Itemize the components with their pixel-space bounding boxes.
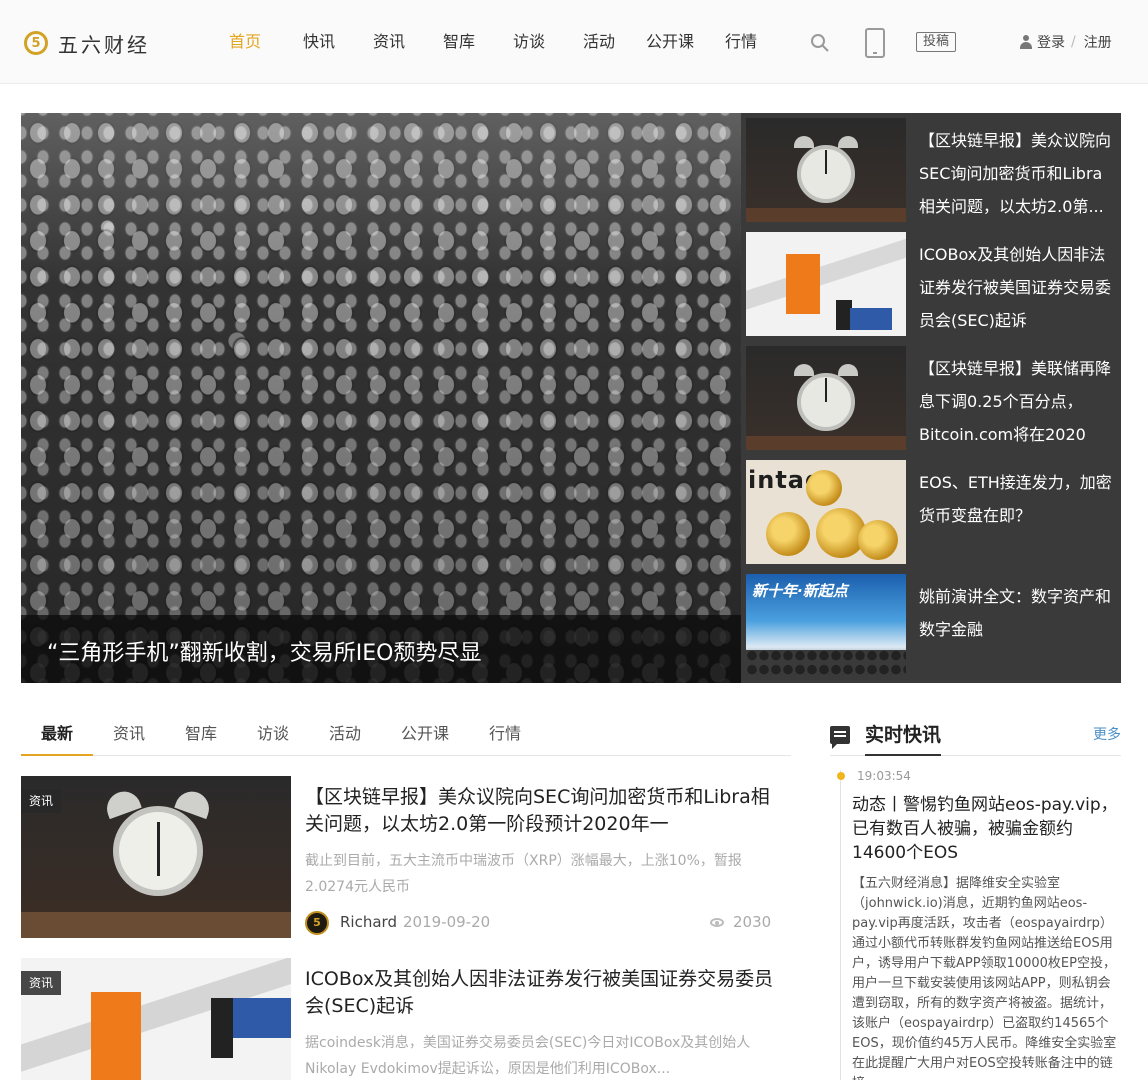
article-meta: 5 Richard 2019-09-20 2030 <box>305 910 771 936</box>
flash-body: 【五六财经消息】据降维安全实验室（johnwick.io)消息，近期钓鱼网站eo… <box>852 876 1117 1080</box>
timeline-line <box>840 770 841 1080</box>
category-badge: 资讯 <box>21 789 62 813</box>
nav-think-tank[interactable]: 智库 <box>424 28 494 56</box>
hero-side-list: 【区块链早报】美众议院向SEC询问加密货币和Libra相关问题，以太坊2.0第.… <box>741 113 1121 683</box>
contribute-button[interactable]: 投稿 <box>916 32 957 52</box>
article-title[interactable]: 【区块链早报】美众议院向SEC询问加密货币和Libra相关问题，以太坊2.0第一… <box>305 784 775 838</box>
site-header: 5 五六财经 首页 快讯 资讯 智库 访谈 活动 公开课 行情 投稿 登录 / … <box>0 0 1148 84</box>
main-nav: 首页 快讯 资讯 智库 访谈 活动 公开课 行情 <box>214 28 776 56</box>
user-auth-area: 登录 / 注册 <box>1020 32 1112 52</box>
message-icon <box>830 726 850 749</box>
building-thumbnail <box>746 232 906 336</box>
side-item-title[interactable]: 【区块链早报】美联储再降息下调0.25个百分点，Bitcoin.com将在202… <box>919 352 1115 451</box>
side-item-title[interactable]: ICOBox及其创始人因非法证券发行被美国证券交易委员会(SEC)起诉 <box>919 238 1115 337</box>
logo-mark-icon: 5 <box>24 31 48 55</box>
hero-image-shade <box>21 113 741 683</box>
article-date: 2019-09-20 <box>403 913 491 931</box>
conference-stage-thumbnail: 新十年·新起点 <box>746 574 906 678</box>
alarm-clock-thumbnail <box>746 346 906 450</box>
article-item[interactable]: 资讯 【区块链早报】美众议院向SEC询问加密货币和Libra相关问题，以太坊2.… <box>21 776 771 938</box>
tab-interview[interactable]: 访谈 <box>237 720 309 756</box>
side-item-title[interactable]: 姚前演讲全文：数字资产和数字金融 <box>919 580 1115 646</box>
building-thumbnail[interactable]: 资讯 <box>21 958 291 1080</box>
article-summary: 据coindesk消息，美国证券交易委员会(SEC)今日对ICOBox及其创始人… <box>305 1035 751 1077</box>
category-badge: 资讯 <box>21 971 62 995</box>
more-link[interactable]: 更多 <box>1093 724 1121 744</box>
hero-caption: “三角形手机”翻新收割，交易所IEO颓势尽显 <box>21 615 741 683</box>
flash-headline[interactable]: 动态丨警惕钓鱼网站eos-pay.vip，已有数百人被骗，被骗金额约14600个… <box>852 793 1120 865</box>
tab-latest[interactable]: 最新 <box>21 720 93 756</box>
timeline-dot-icon <box>837 772 845 780</box>
side-list-item[interactable]: ICOBox及其创始人因非法证券发行被美国证券交易委员会(SEC)起诉 <box>746 232 1116 336</box>
search-icon[interactable] <box>810 33 830 53</box>
auth-separator: / <box>1071 34 1076 50</box>
author-name[interactable]: Richard <box>340 913 397 931</box>
side-list-item[interactable]: 【区块链早报】美联储再降息下调0.25个百分点，Bitcoin.com将在202… <box>746 346 1116 450</box>
hero-title[interactable]: “三角形手机”翻新收割，交易所IEO颓势尽显 <box>47 635 482 667</box>
article-item[interactable]: 资讯 ICOBox及其创始人因非法证券发行被美国证券交易委员会(SEC)起诉 据… <box>21 958 773 1080</box>
eye-icon <box>710 918 724 927</box>
side-item-title[interactable]: EOS、ETH接连发力，加密货币变盘在即？ <box>919 466 1115 532</box>
side-list-item[interactable]: 新十年·新起点 姚前演讲全文：数字资产和数字金融 <box>746 574 1116 678</box>
flash-news-title: 实时快讯 <box>865 720 942 756</box>
nav-market[interactable]: 行情 <box>706 28 776 56</box>
side-item-title[interactable]: 【区块链早报】美众议院向SEC询问加密货币和Libra相关问题，以太坊2.0第.… <box>919 124 1115 223</box>
side-list-item[interactable]: intag EOS、ETH接连发力，加密货币变盘在即？ <box>746 460 1116 564</box>
thumbnail-text: 新十年·新起点 <box>752 582 848 600</box>
login-link[interactable]: 登录 <box>1037 32 1065 52</box>
tab-news[interactable]: 资讯 <box>93 720 165 756</box>
nav-home[interactable]: 首页 <box>214 28 276 56</box>
nav-open-course[interactable]: 公开课 <box>634 28 706 56</box>
view-count: 2030 <box>733 913 772 931</box>
nav-events[interactable]: 活动 <box>564 28 634 56</box>
author-avatar[interactable]: 5 <box>305 911 329 935</box>
tab-market[interactable]: 行情 <box>469 720 541 756</box>
nav-news[interactable]: 资讯 <box>354 28 424 56</box>
nav-flash[interactable]: 快讯 <box>284 28 354 56</box>
article-summary: 截止到目前，五大主流币中瑞波币（XRP）涨幅最大，上涨10%，暂报2.0274元… <box>305 853 742 895</box>
content-tabs: 最新 资讯 智库 访谈 活动 公开课 行情 <box>21 720 791 756</box>
site-logo[interactable]: 5 五六财经 <box>24 28 150 58</box>
user-icon <box>1020 35 1032 49</box>
tab-events[interactable]: 活动 <box>309 720 381 756</box>
side-list-item[interactable]: 【区块链早报】美众议院向SEC询问加密货币和Libra相关问题，以太坊2.0第.… <box>746 118 1116 222</box>
tab-think-tank[interactable]: 智库 <box>165 720 237 756</box>
bitcoin-coins-thumbnail: intag <box>746 460 906 564</box>
flash-time: 19:03:54 <box>857 769 911 783</box>
tab-open-course[interactable]: 公开课 <box>381 720 469 756</box>
brand-name: 五六财经 <box>58 32 150 57</box>
article-title[interactable]: ICOBox及其创始人因非法证券发行被美国证券交易委员会(SEC)起诉 <box>305 966 775 1020</box>
flash-news-header: 实时快讯 更多 <box>830 720 1121 756</box>
register-link[interactable]: 注册 <box>1084 32 1112 52</box>
alarm-clock-thumbnail <box>746 118 906 222</box>
alarm-clock-thumbnail[interactable]: 资讯 <box>21 776 291 938</box>
mobile-phone-icon[interactable] <box>865 28 885 58</box>
hero-banner[interactable]: “三角形手机”翻新收割，交易所IEO颓势尽显 <box>21 113 741 683</box>
nav-interview[interactable]: 访谈 <box>494 28 564 56</box>
